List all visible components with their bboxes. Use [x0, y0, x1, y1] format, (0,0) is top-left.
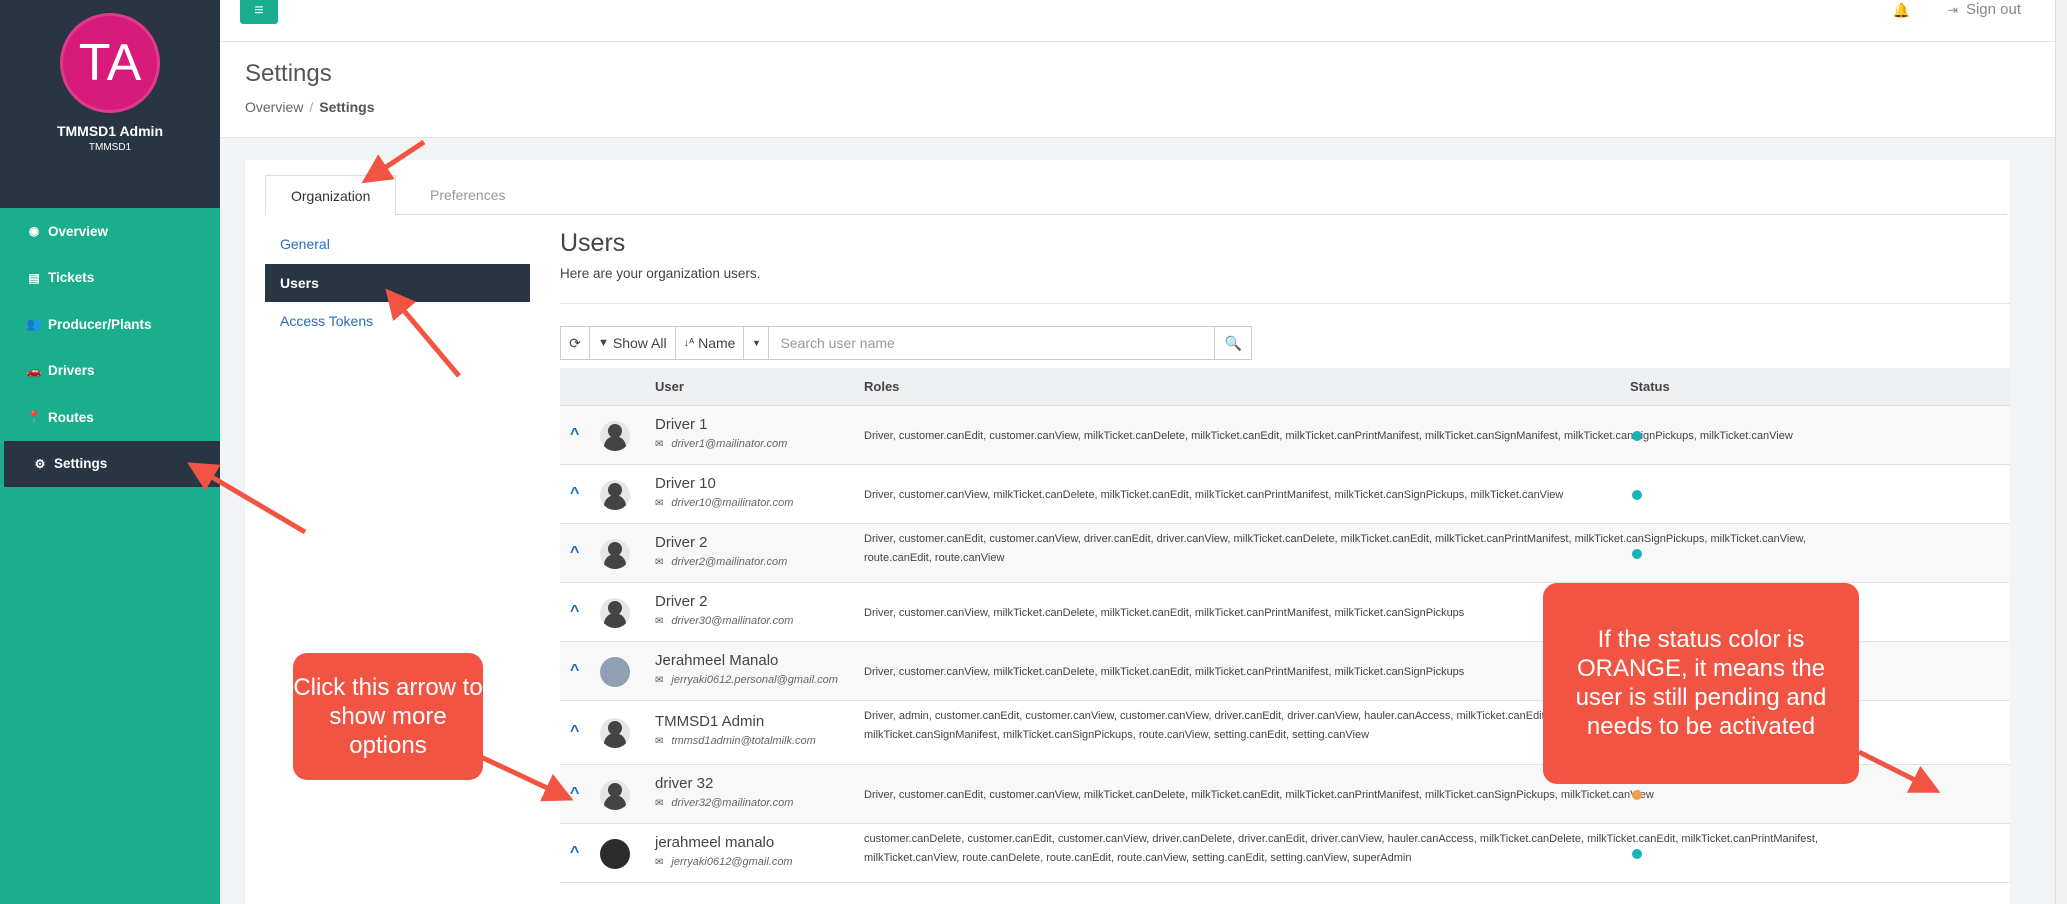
arrow-organization-tab: [361, 139, 426, 184]
arrow-users-subnav: [385, 288, 461, 378]
arrow-expand-chevron: [479, 754, 574, 802]
arrow-settings-nav: [187, 462, 307, 535]
annotation-arrows: [187, 139, 1941, 802]
arrow-status-dot: [1857, 749, 1941, 793]
